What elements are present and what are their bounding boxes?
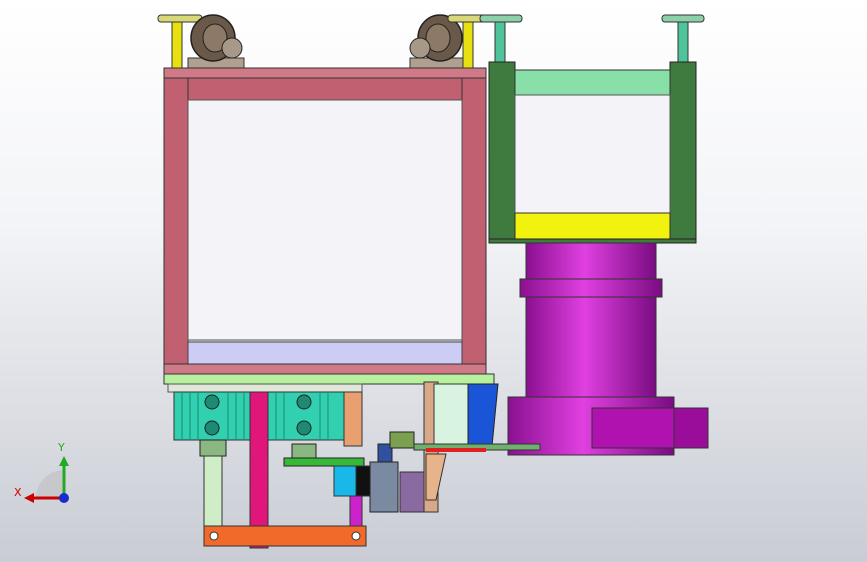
cylinder-body xyxy=(525,296,657,398)
orange-block xyxy=(343,391,363,447)
base-plate xyxy=(163,373,495,385)
yellow-plate xyxy=(514,212,671,240)
cyan-sensor xyxy=(333,465,357,497)
cad-model-drawing[interactable] xyxy=(0,0,867,562)
teal-bolt-4 xyxy=(296,420,312,436)
left-rod xyxy=(203,455,223,527)
left-frame-assembly xyxy=(157,14,495,393)
lavender-plate xyxy=(187,341,463,365)
left-frame-post-right xyxy=(461,67,487,375)
tan-wedge xyxy=(425,453,447,501)
right-caster-wheel xyxy=(409,14,467,71)
left-rod-nut xyxy=(199,439,227,457)
left-leveling-foot-pad xyxy=(157,14,203,23)
brown-plate xyxy=(399,471,427,513)
left-leveling-foot-rod xyxy=(171,21,183,71)
triad-x-label: X xyxy=(14,486,22,499)
right-frame-bottom xyxy=(488,238,697,244)
red-strip xyxy=(426,448,486,452)
black-block xyxy=(355,465,371,497)
teal-bolt-3 xyxy=(296,394,312,410)
right-rod-nut xyxy=(291,443,317,459)
magenta-cylinder xyxy=(507,242,709,456)
cylinder-side-box-end xyxy=(673,407,709,449)
gripper-body xyxy=(369,461,399,513)
right-foot-rod-1 xyxy=(494,21,506,65)
right-frame-post-left xyxy=(488,61,516,243)
cylinder-flange-top xyxy=(519,278,663,298)
cylinder-neck xyxy=(525,242,657,280)
pink-link xyxy=(249,391,269,549)
right-foot-pad-2 xyxy=(661,14,705,23)
right-frame-post-right xyxy=(669,61,697,243)
orange-bottom-arm xyxy=(203,525,367,547)
left-frame-post-left xyxy=(163,67,189,375)
left-frame-inner-window xyxy=(187,99,463,341)
teal-bolt-1 xyxy=(204,394,220,410)
teal-bolt-2 xyxy=(204,420,220,436)
left-frame-bottom-beam xyxy=(163,363,487,375)
right-foot-pad-1 xyxy=(479,14,523,23)
cad-viewport[interactable]: X Y xyxy=(0,0,867,562)
right-top-bar xyxy=(514,69,671,96)
mint-block xyxy=(433,383,469,447)
right-inner-window xyxy=(514,94,671,214)
right-foot-rod-2 xyxy=(677,21,689,65)
lower-mechanism xyxy=(173,381,541,549)
coordinate-triad xyxy=(24,456,69,503)
green-bracket xyxy=(283,457,365,467)
right-frame-assembly xyxy=(479,14,705,244)
triad-y-label: Y xyxy=(58,441,65,454)
left-caster-wheel xyxy=(187,14,245,71)
left-frame-top-beam xyxy=(163,67,487,79)
left-middle-leveling-rod xyxy=(462,21,474,71)
base-plate-lower xyxy=(167,383,363,393)
z-axis-dot xyxy=(59,493,69,503)
green-switch xyxy=(389,431,415,449)
blue-block xyxy=(467,383,499,447)
left-frame-crossbar xyxy=(187,77,463,101)
